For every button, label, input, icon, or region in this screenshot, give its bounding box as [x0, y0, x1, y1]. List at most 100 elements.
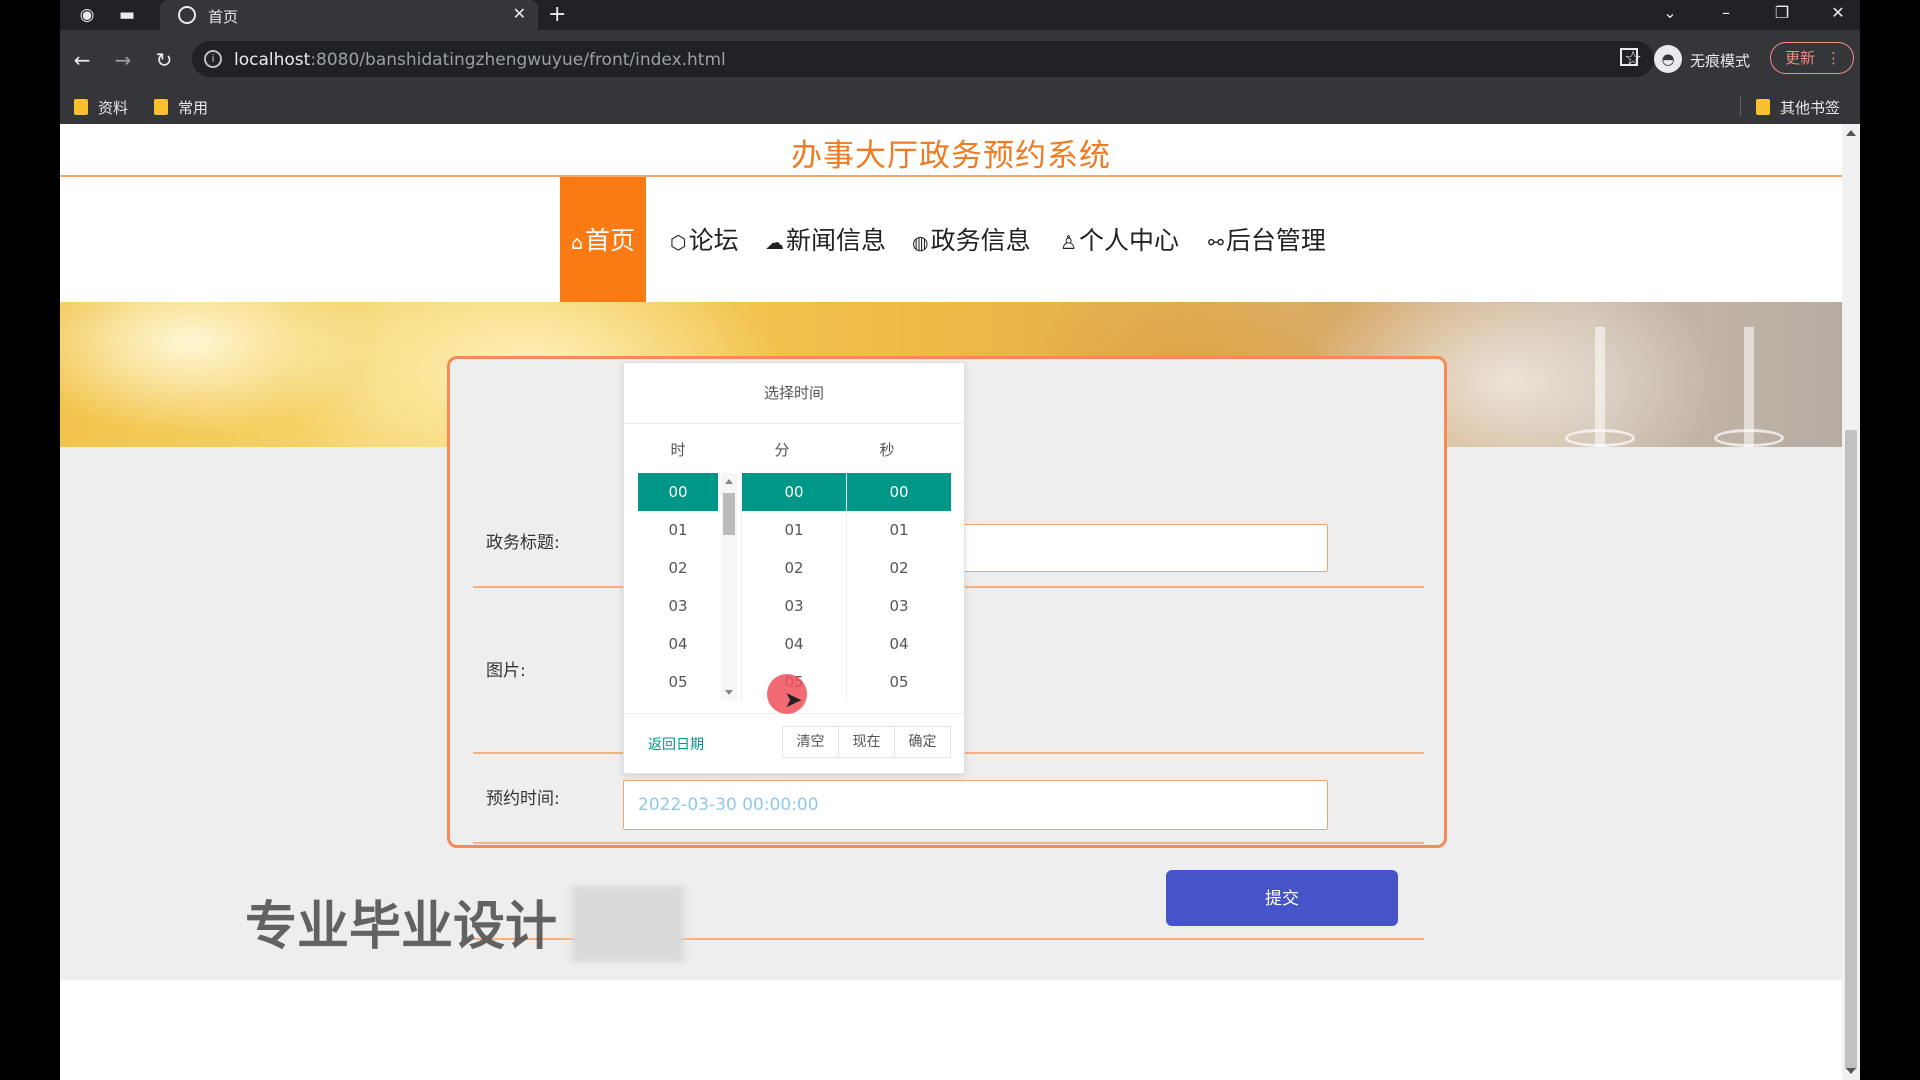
side-panel-icon[interactable] [1620, 48, 1638, 66]
minute-option[interactable]: 04 [742, 625, 846, 663]
page-scrollbar[interactable] [1842, 124, 1860, 1080]
link-icon: ⚯ [1208, 232, 1224, 254]
nav-forum[interactable]: ⬡论坛 [670, 177, 739, 305]
appointment-time-input[interactable]: 2022-03-30 00:00:00 [623, 780, 1328, 830]
image-label: 图片: [486, 661, 526, 681]
nav-label: 个人中心 [1079, 226, 1180, 255]
forward-icon[interactable]: → [107, 44, 139, 76]
tab-strip: ◉ ▬ 首页 ✕ + ⌄ – ❐ ✕ [60, 0, 1860, 30]
scroll-thumb[interactable] [1845, 430, 1857, 1070]
browser-window: ◉ ▬ 首页 ✕ + ⌄ – ❐ ✕ ← → ↻ i localhost:808… [60, 0, 1860, 1080]
minute-option[interactable]: 03 [742, 587, 846, 625]
second-option[interactable]: 00 [847, 473, 951, 511]
nav-personal-center[interactable]: ♙个人中心 [1060, 177, 1179, 305]
nav-news[interactable]: ☁新闻信息 [765, 177, 886, 305]
active-tab[interactable]: 首页 ✕ [160, 0, 538, 30]
nav-label: 论坛 [688, 226, 739, 255]
glass-base [1714, 429, 1784, 447]
nav-label: 新闻信息 [786, 226, 887, 255]
bookmark-folder-1[interactable]: 资料 [74, 97, 128, 118]
bookmark-separator [1740, 96, 1741, 116]
hour-option[interactable]: 03 [638, 587, 718, 625]
title-label: 政务标题: [486, 533, 560, 553]
globe-icon: ◍ [912, 232, 929, 254]
scroll-up-icon[interactable] [1846, 130, 1856, 136]
scroll-up-icon[interactable] [725, 479, 733, 484]
site-info-icon[interactable]: i [204, 50, 222, 68]
folder-icon [154, 99, 168, 115]
folder-icon [74, 99, 88, 115]
hour-header: 时 [670, 441, 686, 459]
tab-search-icon[interactable]: ⌄ [1650, 0, 1690, 26]
window-close-icon[interactable]: ✕ [1818, 0, 1858, 26]
nav-admin[interactable]: ⚯后台管理 [1208, 177, 1326, 305]
title-input[interactable] [962, 524, 1328, 572]
second-option[interactable]: 02 [847, 549, 951, 587]
second-option[interactable]: 04 [847, 625, 951, 663]
bookmark-folder-2[interactable]: 常用 [154, 97, 208, 118]
restore-icon[interactable]: ❐ [1762, 0, 1802, 26]
now-button[interactable]: 现在 [838, 726, 895, 758]
minute-header: 分 [774, 441, 790, 459]
row-divider [473, 842, 1424, 844]
second-column: 00 01 02 03 04 05 [847, 473, 951, 701]
url-text[interactable]: localhost:8080/banshidatingzhengwuyue/fr… [234, 50, 726, 70]
minute-option[interactable]: 02 [742, 549, 846, 587]
submit-button[interactable]: 提交 [1166, 870, 1398, 926]
hour-option[interactable]: 05 [638, 663, 718, 701]
bookmark-label: 资料 [98, 99, 129, 117]
favicon-icon [178, 6, 196, 24]
nav-affairs[interactable]: ◍政务信息 [912, 177, 1031, 305]
site-title: 办事大厅政务预约系统 [791, 138, 1111, 174]
cube-icon: ⬡ [670, 232, 687, 254]
hour-option[interactable]: 02 [638, 549, 718, 587]
reload-icon[interactable]: ↻ [148, 44, 180, 76]
url-path: :8080/banshidatingzhengwuyue/front/index… [310, 50, 726, 70]
nav-label: 首页 [585, 226, 636, 255]
hour-option[interactable]: 00 [638, 473, 718, 511]
second-header: 秒 [879, 441, 895, 459]
new-tab-icon[interactable]: + [548, 2, 566, 27]
minimize-icon[interactable]: – [1706, 0, 1746, 26]
incognito-icon: ◓ [1654, 45, 1682, 73]
second-option[interactable]: 01 [847, 511, 951, 549]
minute-option[interactable]: 00 [742, 473, 846, 511]
url-host: localhost [234, 50, 311, 70]
clear-button[interactable]: 清空 [782, 726, 839, 758]
hour-option[interactable]: 04 [638, 625, 718, 663]
back-icon[interactable]: ← [66, 44, 98, 76]
close-tab-icon[interactable]: ✕ [513, 4, 526, 23]
nav-label: 后台管理 [1225, 226, 1326, 255]
incognito-label: 无痕模式 [1690, 52, 1751, 70]
hour-column: 00 01 02 03 04 05 [638, 473, 718, 701]
watermark-text: 专业毕业设计 [245, 897, 558, 957]
picker-title: 选择时间 [624, 363, 964, 424]
other-bookmarks[interactable]: 其他书签 [1756, 97, 1840, 118]
globe-icon[interactable]: ◉ [76, 4, 98, 26]
update-label: 更新 [1785, 49, 1816, 67]
more-menu-icon[interactable]: ⋮ [1826, 43, 1841, 73]
bookmarks-bar: 资料 常用 其他书签 [60, 88, 1860, 125]
minute-option[interactable]: 01 [742, 511, 846, 549]
folder-icon [1756, 99, 1770, 115]
scroll-down-icon[interactable] [725, 690, 733, 695]
nav-home[interactable]: ⌂首页 [560, 177, 646, 305]
back-to-date-link[interactable]: 返回日期 [648, 734, 704, 754]
browser-toolbar: ← → ↻ i localhost:8080/banshidatingzheng… [60, 30, 1860, 88]
scroll-down-icon[interactable] [1846, 1068, 1856, 1074]
nav-label: 政务信息 [930, 226, 1031, 255]
second-option[interactable]: 03 [847, 587, 951, 625]
update-button[interactable]: 更新 ⋮ [1770, 42, 1854, 74]
bookmark-label: 常用 [178, 99, 209, 117]
address-bar[interactable]: i localhost:8080/banshidatingzhengwuyue/… [192, 41, 1654, 77]
hour-scrollbar[interactable] [721, 473, 737, 701]
confirm-button[interactable]: 确定 [894, 726, 951, 758]
tab-overview-icon[interactable]: ▬ [116, 4, 138, 26]
user-icon: ♙ [1060, 232, 1078, 254]
other-bookmarks-label: 其他书签 [1780, 99, 1841, 117]
watermark-blur [572, 886, 684, 962]
second-option[interactable]: 05 [847, 663, 951, 701]
hour-option[interactable]: 01 [638, 511, 718, 549]
scroll-thumb[interactable] [723, 493, 735, 535]
tab-title: 首页 [208, 8, 239, 26]
